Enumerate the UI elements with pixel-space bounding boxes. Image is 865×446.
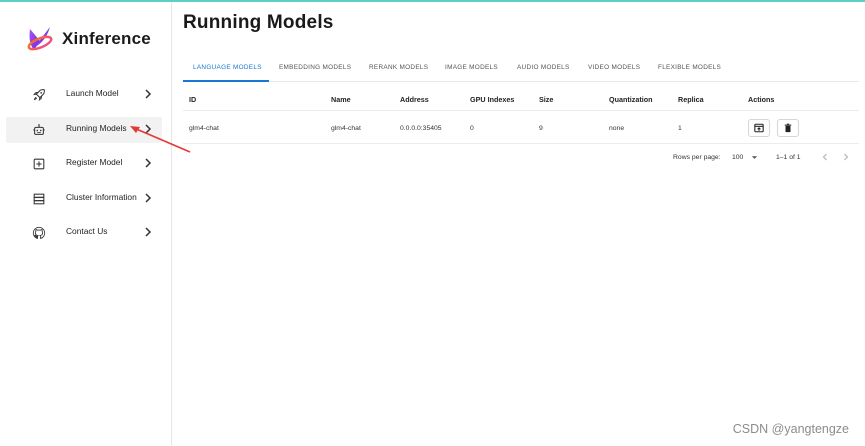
table-divider: [183, 143, 859, 144]
column-header-id[interactable]: ID: [189, 95, 196, 104]
cell-quantization: none: [609, 125, 625, 132]
cell-size: 9: [539, 125, 543, 132]
sidebar-nav: Launch Model Running Models Register Mod…: [6, 82, 162, 255]
cell-gpu-indexes: 0: [470, 125, 474, 132]
column-header-gpu-indexes[interactable]: GPU Indexes: [470, 95, 514, 104]
chevron-right-icon: [143, 226, 153, 238]
rows-per-page-select[interactable]: 100: [732, 154, 758, 161]
open-in-browser-icon: [754, 123, 764, 133]
tab-audio-models[interactable]: AUDIO MODELS: [517, 64, 570, 71]
page-title: Running Models: [183, 12, 334, 33]
rocket-icon: [32, 88, 46, 102]
chevron-left-icon: [822, 153, 827, 161]
sidebar-item-label: Cluster Information: [66, 191, 137, 202]
column-header-replica[interactable]: Replica: [678, 95, 704, 104]
cell-id: glm4-chat: [189, 125, 219, 132]
app-logo[interactable]: Xinference: [24, 22, 151, 56]
chevron-right-icon: [143, 123, 153, 135]
table-divider: [183, 110, 859, 111]
column-header-quantization[interactable]: Quantization: [609, 95, 653, 104]
tab-rerank-models[interactable]: RERANK MODELS: [369, 64, 428, 71]
sidebar-item-label: Register Model: [66, 157, 123, 167]
sidebar-item-launch-model[interactable]: Launch Model: [6, 82, 162, 108]
sidebar-item-label: Running Models: [66, 122, 127, 133]
watermark: CSDN @yangtengze: [732, 422, 849, 436]
sidebar-item-register-model[interactable]: Register Model: [6, 151, 162, 177]
tab-flexible-models[interactable]: FLEXIBLE MODELS: [658, 64, 721, 71]
robot-icon: [32, 123, 46, 137]
column-header-address[interactable]: Address: [400, 95, 429, 104]
sidebar: Xinference Launch Model Running Models R…: [0, 2, 172, 446]
xinference-logo-icon: [27, 27, 53, 51]
cell-replica: 1: [678, 125, 682, 132]
model-type-tabs: LANGUAGE MODELS EMBEDDING MODELS RERANK …: [183, 56, 859, 82]
chevron-right-icon: [844, 153, 849, 161]
sidebar-item-label: Contact Us: [66, 226, 108, 236]
tab-embedding-models[interactable]: EMBEDDING MODELS: [279, 64, 351, 71]
open-web-ui-button[interactable]: [748, 119, 770, 137]
cell-name: glm4-chat: [331, 125, 361, 132]
tab-video-models[interactable]: VIDEO MODELS: [588, 64, 640, 71]
chevron-right-icon: [143, 157, 153, 169]
app-name: Xinference: [62, 29, 151, 48]
next-page-button[interactable]: [841, 152, 853, 164]
cell-address: 0.0.0.0:35405: [400, 125, 442, 132]
chevron-right-icon: [143, 88, 153, 100]
column-header-actions: Actions: [748, 95, 775, 104]
column-header-size[interactable]: Size: [539, 95, 553, 104]
rows-per-page-value: 100: [732, 154, 744, 161]
column-header-name[interactable]: Name: [331, 95, 351, 104]
caret-down-icon: [752, 156, 758, 159]
sidebar-item-cluster-information[interactable]: Cluster Information: [6, 186, 162, 212]
active-tab-indicator: [183, 80, 269, 82]
pagination-range: 1–1 of 1: [776, 154, 801, 161]
previous-page-button[interactable]: [820, 152, 832, 164]
sidebar-item-running-models[interactable]: Running Models: [6, 116, 162, 143]
chevron-right-icon: [143, 192, 153, 204]
tab-image-models[interactable]: IMAGE MODELS: [445, 64, 498, 71]
storage-icon: [32, 192, 46, 206]
add-box-icon: [32, 157, 46, 171]
sidebar-item-contact-us[interactable]: Contact Us: [6, 220, 162, 246]
sidebar-item-label: Launch Model: [66, 88, 119, 98]
delete-model-button[interactable]: [777, 119, 799, 137]
github-icon: [32, 226, 46, 240]
rows-per-page-label: Rows per page:: [673, 154, 721, 161]
trash-icon: [784, 123, 792, 133]
tab-language-models[interactable]: LANGUAGE MODELS: [193, 64, 262, 71]
